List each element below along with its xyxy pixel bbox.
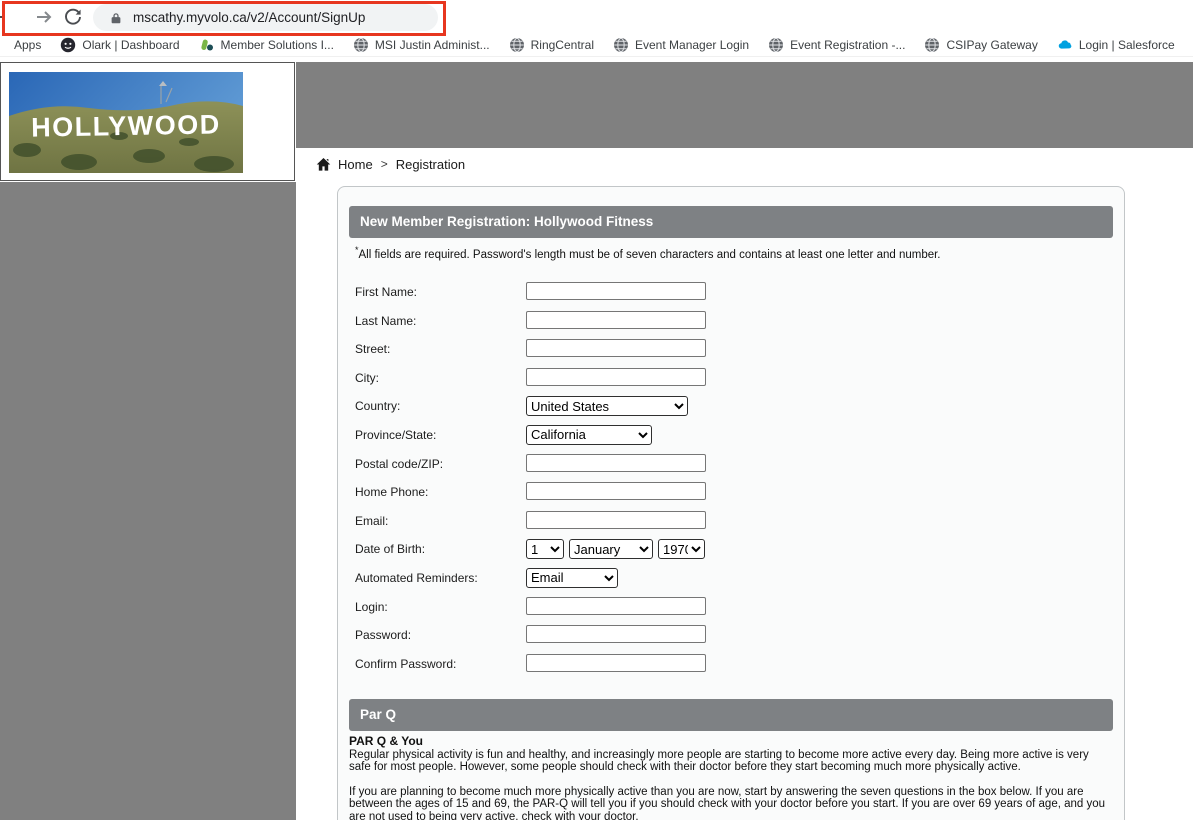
bookmarks-bar: Apps Olark | Dashboard Member Solutions …	[0, 33, 1193, 57]
breadcrumb: Home > Registration	[316, 154, 465, 174]
login-input[interactable]	[526, 597, 706, 615]
registration-header: New Member Registration: Hollywood Fitne…	[349, 206, 1113, 238]
form-row-email: Email:	[355, 511, 710, 540]
apps-button[interactable]: Apps	[14, 38, 41, 52]
confirm-password-input[interactable]	[526, 654, 706, 672]
header-band	[296, 62, 1193, 148]
street-input[interactable]	[526, 339, 706, 357]
confirm-password-label: Confirm Password:	[355, 654, 526, 671]
breadcrumb-home-link[interactable]: Home	[338, 157, 373, 172]
breadcrumb-separator: >	[381, 157, 388, 171]
bookmark-csipay-gateway[interactable]: CSIPay Gateway	[924, 37, 1037, 53]
registration-panel: New Member Registration: Hollywood Fitne…	[337, 186, 1125, 820]
login-label: Login:	[355, 597, 526, 614]
form-row-home-phone: Home Phone:	[355, 482, 710, 511]
globe-icon	[768, 37, 784, 53]
form-row-postal-code-zip: Postal code/ZIP:	[355, 454, 710, 483]
globe-icon	[924, 37, 940, 53]
dob-month-select[interactable]: January	[569, 539, 653, 559]
parq-section: PAR Q & You Regular physical activity is…	[349, 735, 1112, 820]
form-row-confirm-password: Confirm Password:	[355, 654, 710, 683]
forward-icon[interactable]	[34, 7, 54, 27]
lock-icon	[109, 11, 123, 25]
home-icon	[316, 157, 331, 172]
home-phone-label: Home Phone:	[355, 482, 526, 499]
last-name-input[interactable]	[526, 311, 706, 329]
dob-year-select[interactable]: 1970	[658, 539, 705, 559]
country-select[interactable]: United States	[526, 396, 688, 416]
parq-paragraph-1: Regular physical activity is fun and hea…	[349, 749, 1112, 774]
bookmark-event-registration[interactable]: Event Registration -...	[768, 37, 905, 53]
bookmark-msi-justin-administ[interactable]: MSI Justin Administ...	[353, 37, 490, 53]
bookmark-login-salesforce[interactable]: Login | Salesforce	[1057, 37, 1175, 53]
email-input[interactable]	[526, 511, 706, 529]
postal-code-zip-label: Postal code/ZIP:	[355, 454, 526, 471]
country-label: Country:	[355, 396, 526, 413]
dob-day-select[interactable]: 1	[526, 539, 564, 559]
globe-icon	[353, 37, 369, 53]
parq-header: Par Q	[349, 699, 1113, 731]
form-row-date-of-birth: Date of Birth:1January1970	[355, 539, 710, 568]
form-rows: First Name: Last Name: Street: City: Country…	[355, 282, 710, 682]
form-row-country: Country:United States	[355, 396, 710, 425]
hollywood-text: HOLLYWOOD	[31, 109, 221, 142]
form-row-first-name: First Name:	[355, 282, 710, 311]
email-label: Email:	[355, 511, 526, 528]
globe-icon	[509, 37, 525, 53]
form-row-city: City:	[355, 368, 710, 397]
form-row-login: Login:	[355, 597, 710, 626]
globe-icon	[613, 37, 629, 53]
city-input[interactable]	[526, 368, 706, 386]
member-solutions-icon	[199, 37, 215, 53]
province-state-label: Province/State:	[355, 425, 526, 442]
parq-heading: PAR Q & You	[349, 735, 1112, 748]
first-name-label: First Name:	[355, 282, 526, 299]
form-row-password: Password:	[355, 625, 710, 654]
home-phone-input[interactable]	[526, 482, 706, 500]
hollywood-sign-image: HOLLYWOOD	[9, 72, 243, 173]
address-bar[interactable]: mscathy.myvolo.ca/v2/Account/SignUp	[93, 4, 438, 31]
automated-reminders-label: Automated Reminders:	[355, 568, 526, 585]
parq-paragraph-2: If you are planning to become much more …	[349, 786, 1112, 820]
password-input[interactable]	[526, 625, 706, 643]
browser-window: mscathy.myvolo.ca/v2/Account/SignUp Apps…	[0, 0, 1193, 820]
olark-icon	[60, 37, 76, 53]
bookmark-olark-dashboard[interactable]: Olark | Dashboard	[60, 37, 179, 53]
back-icon[interactable]	[0, 7, 6, 27]
form-row-last-name: Last Name:	[355, 311, 710, 340]
bookmarks-list: Olark | Dashboard Member Solutions I... …	[41, 37, 1174, 53]
automated-reminders-select[interactable]: Email	[526, 568, 618, 588]
date-of-birth-label: Date of Birth:	[355, 539, 526, 556]
browser-toolbar: mscathy.myvolo.ca/v2/Account/SignUp	[0, 0, 1193, 33]
form-row-automated-reminders: Automated Reminders:Email	[355, 568, 710, 597]
bookmark-member-solutions-i[interactable]: Member Solutions I...	[199, 37, 334, 53]
form-row-street: Street:	[355, 339, 710, 368]
site-logo-box: HOLLYWOOD	[0, 62, 295, 181]
salesforce-cloud-icon	[1057, 37, 1073, 53]
city-label: City:	[355, 368, 526, 385]
postal-code-zip-input[interactable]	[526, 454, 706, 472]
last-name-label: Last Name:	[355, 311, 526, 328]
left-sidebar	[0, 182, 296, 820]
reload-icon[interactable]	[63, 7, 83, 27]
required-note: *All fields are required. Password's len…	[355, 245, 941, 261]
password-label: Password:	[355, 625, 526, 642]
bookmark-ringcentral[interactable]: RingCentral	[509, 37, 594, 53]
form-row-province-state: Province/State:California	[355, 425, 710, 454]
bookmark-event-manager-login[interactable]: Event Manager Login	[613, 37, 749, 53]
street-label: Street:	[355, 339, 526, 356]
breadcrumb-current: Registration	[396, 157, 465, 172]
province-state-select[interactable]: California	[526, 425, 652, 445]
url-text: mscathy.myvolo.ca/v2/Account/SignUp	[133, 10, 365, 25]
first-name-input[interactable]	[526, 282, 706, 300]
